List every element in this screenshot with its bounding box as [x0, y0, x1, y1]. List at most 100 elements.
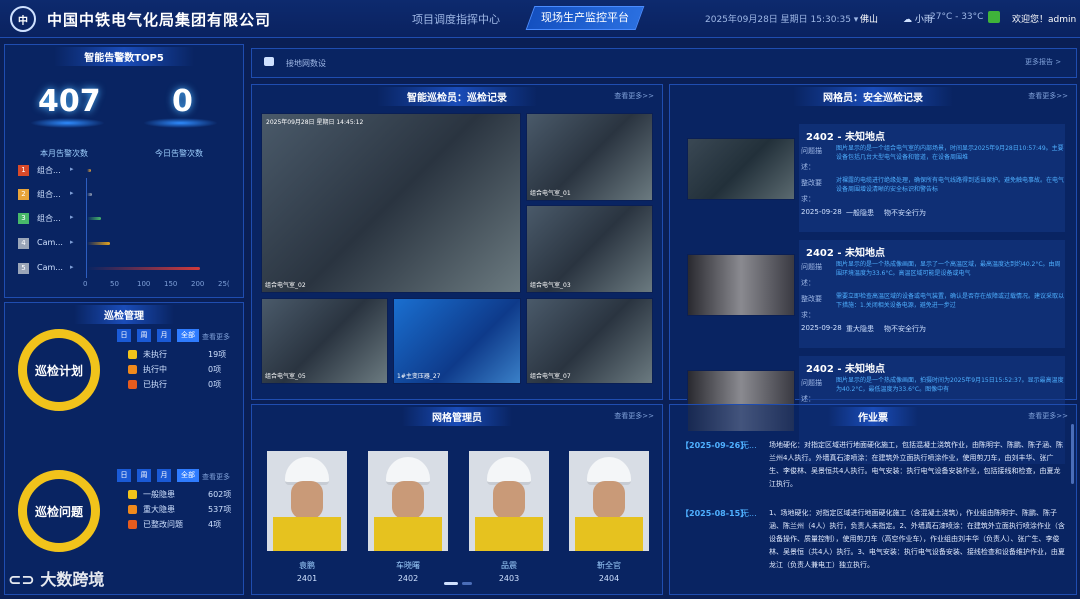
camera-feed[interactable]: 组合电气室_07: [526, 298, 653, 384]
safety-vest: [273, 517, 341, 551]
safety-patrol-more[interactable]: 查看更多>>: [1028, 91, 1068, 101]
rank-badge: 3: [18, 213, 29, 224]
camera-label: 组合电气室_05: [265, 373, 306, 380]
camera-label: 组合电气室_07: [530, 373, 571, 380]
datetime-selector[interactable]: 2025年09月28日 星期日 15:30:35 ▾: [705, 12, 858, 25]
hazard-level: 重大隐患: [846, 325, 874, 333]
plan-day-button[interactable]: 日: [117, 329, 131, 342]
workticket-more[interactable]: 查看更多>>: [1028, 411, 1068, 421]
rank-badge: 1: [18, 165, 29, 176]
alarm-bar: [87, 242, 110, 245]
status-icon[interactable]: [988, 11, 1000, 23]
rank-arrow-icon: ▸: [70, 263, 74, 271]
rank-name[interactable]: Cam...: [37, 263, 63, 272]
camera-label: 1#主变压器_27: [397, 373, 441, 380]
legend-name: 未执行: [143, 350, 167, 359]
person-name: 品震: [501, 561, 517, 570]
rectify-value: 需要立即检查高温区域的设备或电气装置，确认是否存在故障或过载情况。建议采取以下措…: [836, 293, 1065, 309]
ticket-date[interactable]: 【2025-08-15】: [681, 508, 748, 519]
rank-arrow-icon: ▸: [70, 213, 74, 221]
person-photo[interactable]: [469, 451, 549, 551]
ticket-date[interactable]: 【2025-09-26】: [681, 440, 748, 451]
problem-day-button[interactable]: 日: [117, 469, 131, 482]
alarm-bar: [87, 267, 201, 270]
camera-feed[interactable]: 组合电气室_05: [261, 298, 388, 384]
problem-desc-value: 图片显示的是一个组合电气室的内部场景，时间显示2025年9月28日10:57:4…: [836, 145, 1064, 161]
inspection-thumbnail[interactable]: [687, 138, 795, 200]
carousel-dot-active[interactable]: [444, 582, 458, 585]
person-id: 2401: [296, 574, 318, 583]
legend-name: 执行中: [143, 365, 167, 374]
plan-week-button[interactable]: 周: [137, 329, 151, 342]
problem-more-link[interactable]: 查看更多: [202, 472, 230, 482]
inspection-thumbnail[interactable]: [687, 254, 795, 316]
grid-mgmt-more[interactable]: 查看更多>>: [614, 411, 654, 421]
legend-swatch: [128, 350, 137, 359]
carousel-dot[interactable]: [462, 582, 472, 585]
legend-name: 已整改问题: [143, 520, 183, 529]
rank-badge: 4: [18, 238, 29, 249]
person-id: 2403: [498, 574, 520, 583]
rank-name[interactable]: 组合...: [37, 213, 61, 224]
person-photo[interactable]: [368, 451, 448, 551]
notice-more-link[interactable]: 更多报告 >: [1025, 57, 1061, 67]
rank-arrow-icon: ▸: [70, 238, 74, 246]
plan-all-button[interactable]: 全部: [177, 329, 199, 342]
today-alarm-count: 0: [172, 84, 193, 119]
problem-desc-key: 问题描: [801, 263, 822, 271]
rank-arrow-icon: ▸: [70, 189, 74, 197]
watermark: ⊂⊃ 大数跨境: [8, 570, 105, 589]
person-name: 靳全官: [597, 561, 621, 570]
hazard-type: 物不安全行为: [884, 325, 926, 333]
x-tick-label: 0: [83, 280, 88, 288]
person-photo[interactable]: [267, 451, 347, 551]
camera-feed[interactable]: 1#主变压器_27: [393, 298, 521, 384]
legend-value: 602项: [208, 490, 232, 499]
person-name: 袁鹏: [299, 561, 315, 570]
plan-month-button[interactable]: 月: [157, 329, 171, 342]
month-alarm-count: 407: [38, 84, 101, 119]
company-logo: 中: [10, 6, 36, 32]
legend-swatch: [128, 490, 137, 499]
month-alarm-label: 本月告警次数: [40, 149, 88, 158]
safety-vest: [374, 517, 442, 551]
person-photo[interactable]: [569, 451, 649, 551]
problem-desc-key: 问题描: [801, 379, 822, 387]
tab-dispatch-center[interactable]: 项目调度指挥中心: [412, 11, 500, 27]
legend-swatch: [128, 520, 137, 529]
plan-more-link[interactable]: 查看更多: [202, 332, 230, 342]
problem-month-button[interactable]: 月: [157, 469, 171, 482]
problem-desc-key-cont: 述：: [801, 163, 815, 171]
problem-all-button[interactable]: 全部: [177, 469, 199, 482]
top-header: 中 中国中铁电气化局集团有限公司 项目调度指挥中心 现场生产监控平台 2025年…: [0, 0, 1080, 38]
safety-vest: [475, 517, 543, 551]
rank-name[interactable]: 组合...: [37, 165, 61, 176]
rank-name[interactable]: 组合...: [37, 189, 61, 200]
problem-desc-value: 图片显示的是一个热成像画面，拍摄时间为2025年9月15日15:52:37。显示…: [836, 377, 1064, 393]
main-camera-feed[interactable]: 2025年09月28日 星期日 14:45:12 组合电气室_02: [261, 113, 521, 293]
inspect-mgmt-title: 巡检管理: [74, 305, 174, 324]
smart-patrol-more[interactable]: 查看更多>>: [614, 91, 654, 101]
camera-feed[interactable]: 组合电气室_03: [526, 205, 653, 293]
rank-name[interactable]: Cam...: [37, 238, 63, 247]
legend-value: 537项: [208, 505, 232, 514]
inspect-plan-label: 巡检计划: [34, 363, 83, 378]
person-name: 车晓曙: [396, 561, 420, 570]
inspection-location: 2402 - 未知地点: [806, 364, 885, 375]
camera-label: 组合电气室_03: [530, 282, 571, 289]
legend-value: 4项: [208, 520, 222, 529]
rectify-key-cont: 求：: [801, 195, 815, 203]
workticket-scrollbar[interactable]: [1071, 424, 1074, 484]
tab-production-monitor[interactable]: 现场生产监控平台: [525, 6, 645, 30]
rank-badge: 2: [18, 189, 29, 200]
rectify-key: 整改要: [801, 295, 822, 303]
welcome-user[interactable]: 欢迎您！admin: [1012, 12, 1076, 25]
inspect-problem-ring: 巡检问题: [18, 470, 100, 552]
legend-swatch: [128, 380, 137, 389]
camera-feed[interactable]: 组合电气室_01: [526, 113, 653, 201]
problem-week-button[interactable]: 周: [137, 469, 151, 482]
x-tick-label: 200: [191, 280, 205, 288]
hazard-level: 一般隐患: [846, 209, 874, 217]
inspect-plan-ring: 巡检计划: [18, 329, 100, 411]
temperature-label: 27°C - 33°C: [930, 12, 984, 22]
